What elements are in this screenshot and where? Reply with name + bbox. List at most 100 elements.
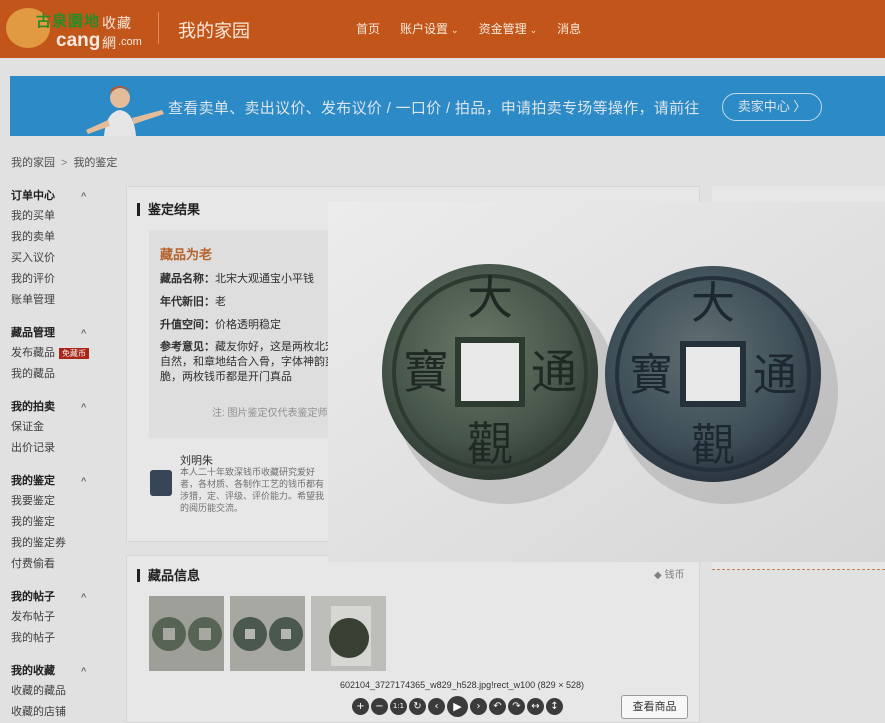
rotate-right-icon[interactable]: ↷ [508,698,525,715]
chevron-down-icon: ⌄ [529,25,538,35]
info-section-title: 藏品信息 [137,569,200,582]
chevron-up-icon[interactable]: ^ [81,397,86,417]
sidebar-item[interactable]: 付费偷看 [11,554,111,575]
sidebar-group-title[interactable]: 我的拍卖 ^ [11,397,111,417]
coin-thumb-image [230,596,305,671]
main-nav: 首页 账户设置 ⌄ 资金管理 ⌄ 消息 [356,20,601,37]
nav-messages[interactable]: 消息 [557,20,581,37]
view-item-button[interactable]: 查看商品 [621,695,688,719]
sidebar-item[interactable]: 出价记录 [11,438,111,459]
nav-label: 消息 [557,22,582,36]
logo-brand: 古泉園地 [36,13,101,30]
chevron-up-icon[interactable]: ^ [81,587,86,607]
sidebar-group-label: 我的鉴定 [11,475,55,487]
chevron-up-icon[interactable]: ^ [81,323,86,343]
sidebar-group-title[interactable]: 我的鉴定 ^ [11,471,111,491]
chevron-up-icon[interactable]: ^ [81,471,86,491]
sidebar-group-label: 我的拍卖 [11,401,55,413]
sidebar-group-label: 我的收藏 [11,665,55,677]
flip-horizontal-icon[interactable]: ↔ [527,698,544,715]
viewer-toolbar: + − 1:1 ↻ ‹ ▶ › ↶ ↷ ↔ ↕ [352,696,563,717]
nav-home[interactable]: 首页 [356,20,380,37]
nav-label: 资金管理 [478,22,527,36]
play-icon[interactable]: ▶ [447,696,468,717]
breadcrumb-home[interactable]: 我的家园 [11,157,55,169]
coin-char-top: 大 [691,278,735,329]
sidebar-item[interactable]: 我要鉴定 [11,491,111,512]
sidebar-group-posts: 我的帖子 ^ 发布帖子 我的帖子 [11,587,111,649]
sidebar-item[interactable]: 买入议价 [11,248,111,269]
actual-size-icon[interactable]: 1:1 [390,698,407,715]
verdict-text: 藏品为老 [160,247,213,262]
tag-label: 钱币 [664,570,685,581]
avatar[interactable] [150,470,172,496]
opinion-line: 脆，两枚钱币都是开门真品 [160,371,292,383]
seller-center-button[interactable]: 卖家中心 〉 [722,93,822,121]
nav-account-settings[interactable]: 账户设置 ⌄ [400,20,459,37]
sidebar-group-label: 订单中心 [11,190,55,202]
next-icon[interactable]: › [470,698,487,715]
prev-icon[interactable]: ‹ [428,698,445,715]
sidebar-group-label: 我的帖子 [11,591,55,603]
sidebar-item[interactable]: 我的评价 [11,269,111,290]
sidebar-item[interactable]: 我的鉴定 [11,512,111,533]
top-header: 古泉園地 收藏網 cang .com 我的家园 首页 账户设置 ⌄ 资金管理 ⌄ 消… [0,0,885,58]
sidebar-item[interactable]: 账单管理 [11,290,111,311]
coin-char-right: 通 [753,350,797,401]
sidebar-item[interactable]: 我的帖子 [11,628,111,649]
category-tag[interactable]: ◆ 钱币 [654,566,684,581]
opinion-line: 自然，和章地结合入骨，字体神韵爽 [160,356,336,368]
sidebar-group-collection: 藏品管理 ^ 发布藏品 免藏币 我的藏品 [11,323,111,385]
flip-vertical-icon[interactable]: ↕ [546,698,563,715]
sidebar-item[interactable]: 保证金 [11,417,111,438]
image-caption: 602104_3727174365_w829_h528.jpg!rect_w10… [340,680,584,690]
field-item-name: 藏品名称：北宋大观通宝小平钱 [160,270,314,286]
disclaimer-note: 注: 图片鉴定仅代表鉴定师 [212,408,328,419]
thumbnail-2[interactable] [230,596,305,671]
breadcrumb-separator-icon: > [61,157,68,169]
breadcrumb-current: 我的鉴定 [73,157,118,169]
page-title: 我的家园 [178,21,250,41]
sidebar-item[interactable]: 我的鉴定券 [11,533,111,554]
chevron-up-icon[interactable]: ^ [81,186,86,206]
sidebar-item[interactable]: 我的藏品 [11,364,111,385]
coin-char-bottom: 觀 [691,420,735,471]
coin-thumb-image [311,596,386,671]
sidebar-item[interactable]: 收藏的藏品 [11,681,111,702]
nav-funds[interactable]: 资金管理 ⌄ [479,20,538,37]
sidebar-group-appraisal: 我的鉴定 ^ 我要鉴定 我的鉴定 我的鉴定券 付费偷看 [11,471,111,575]
nav-label: 账户设置 [400,22,449,36]
coin-char-top: 大 [467,271,513,325]
sidebar-group-title[interactable]: 订单中心 ^ [11,186,111,206]
sidebar-group-title[interactable]: 藏品管理 ^ [11,323,111,343]
zoom-out-icon[interactable]: − [371,698,388,715]
chevron-up-icon[interactable]: ^ [81,661,86,681]
field-value: 老 [215,296,226,308]
sidebar-group-title[interactable]: 我的帖子 ^ [11,587,111,607]
zoom-in-icon[interactable]: + [352,698,369,715]
person-illustration-icon [86,86,164,136]
rotate-left-icon[interactable]: ↶ [489,698,506,715]
thumbnail-3[interactable] [311,596,386,671]
field-value: 北宋大观通宝小平钱 [215,273,314,285]
thumbnail-1[interactable] [149,596,224,671]
sidebar-group-orders: 订单中心 ^ 我的买单 我的卖单 买入议价 我的评价 账单管理 [11,186,111,311]
seller-banner: 查看卖单、卖出议价、发布议价 / 一口价 / 拍品，申请拍卖专场等操作，请前往 … [10,76,885,136]
logo-en-text: cang [56,30,101,51]
chevron-down-icon: ⌄ [451,25,459,35]
sidebar-item[interactable]: 发布藏品 免藏币 [11,343,111,364]
sidebar-item[interactable]: 我的卖单 [11,227,111,248]
sidebar-item[interactable]: 发布帖子 [11,607,111,628]
coin-char-left: 寶 [403,345,449,399]
site-logo[interactable]: 古泉園地 收藏網 cang .com [6,6,146,51]
reset-icon[interactable]: ↻ [409,698,426,715]
breadcrumb: 我的家园 > 我的鉴定 [11,154,117,170]
coin-char-bottom: 觀 [467,417,513,471]
lightbox-image[interactable]: 大 通 觀 寶 大 通 觀 寶 [328,202,885,562]
coin-char-right: 通 [531,345,577,399]
sidebar-item[interactable]: 收藏的店铺 [11,702,111,723]
field-label: 升值空间： [160,319,215,331]
sidebar-item[interactable]: 我的买单 [11,206,111,227]
sidebar-group-title[interactable]: 我的收藏 ^ [11,661,111,681]
logo-domain: .com [118,36,142,48]
